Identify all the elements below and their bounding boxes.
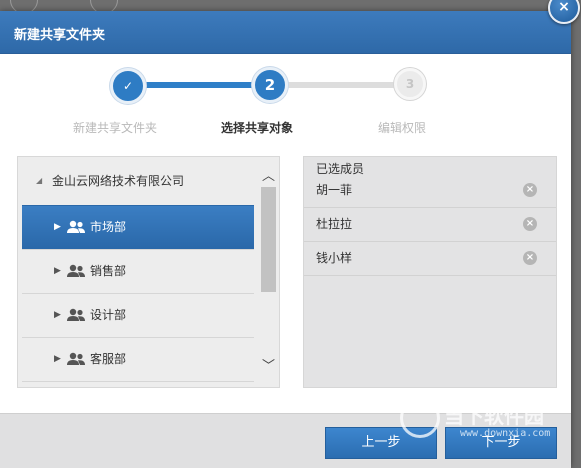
remove-member-icon[interactable]: × — [523, 183, 537, 197]
step-1-check-icon: ✓ — [110, 68, 146, 104]
member-row: 胡一菲 × — [304, 174, 556, 208]
watermark-url: www.downxia.com — [460, 428, 551, 439]
expand-caret-icon[interactable]: ▶ — [54, 338, 61, 381]
step-2-label: 选择共享对象 — [221, 121, 294, 135]
tree-item-label: 销售部 — [90, 264, 127, 278]
remove-member-icon[interactable]: × — [523, 251, 537, 265]
step-connector-1-2 — [125, 82, 268, 88]
tree-root-company[interactable]: ◢ 金山云网络技术有限公司 — [18, 157, 258, 205]
expand-caret-icon[interactable]: ▶ — [54, 294, 61, 337]
member-name: 钱小样 — [316, 251, 353, 265]
tree-item-service[interactable]: ▶ 客服部 — [22, 337, 254, 381]
scroll-thumb[interactable] — [261, 187, 276, 292]
group-icon — [67, 220, 85, 233]
tree-item-design[interactable]: ▶ 设计部 — [22, 293, 254, 337]
selected-members-panel: 已选成员 胡一菲 × 杜拉拉 × 钱小样 × — [303, 156, 557, 388]
step-connector-2-3 — [268, 82, 408, 88]
tree-item-sales[interactable]: ▶ 销售部 — [22, 249, 254, 293]
watermark-text: 当下软件园 — [444, 404, 544, 428]
step-3-number: 3 — [394, 68, 426, 100]
member-name: 胡一菲 — [316, 183, 353, 197]
dialog-title: 新建共享文件夹 — [14, 28, 106, 43]
member-row: 杜拉拉 × — [304, 208, 556, 242]
tree-item-label: 客服部 — [90, 352, 127, 366]
group-icon — [67, 352, 85, 365]
scroll-up-icon[interactable]: ︿ — [259, 165, 278, 187]
group-icon — [67, 264, 85, 277]
tree-divider — [22, 381, 254, 382]
remove-member-icon[interactable]: × — [523, 217, 537, 231]
group-icon — [67, 308, 85, 321]
expand-caret-icon[interactable]: ▶ — [54, 250, 61, 293]
tree-scrollbar[interactable]: ︿ ﹀ — [259, 157, 278, 387]
scroll-down-icon[interactable]: ﹀ — [259, 355, 278, 377]
watermark: 当下软件园 www.downxia.com — [400, 398, 570, 458]
step-3-label: 编辑权限 — [378, 121, 427, 135]
member-row: 钱小样 × — [304, 242, 556, 276]
expand-caret-icon[interactable]: ▶ — [54, 206, 61, 249]
department-tree: ◢ 金山云网络技术有限公司 ▶ 市场部 ▶ 销售部 ▶ 设计部 ▶ 客服部 ︿ … — [17, 156, 280, 388]
watermark-logo-icon — [400, 398, 440, 438]
tree-root-label: 金山云网络技术有限公司 — [52, 174, 185, 188]
tree-item-label: 设计部 — [90, 308, 127, 322]
dialog-titlebar: 新建共享文件夹 — [0, 11, 571, 54]
collapse-arrow-icon[interactable]: ◢ — [36, 157, 42, 205]
tree-item-label: 市场部 — [90, 220, 127, 234]
tree-item-market[interactable]: ▶ 市场部 — [22, 205, 254, 249]
step-2-number: 2 — [252, 67, 288, 103]
member-name: 杜拉拉 — [316, 217, 353, 231]
step-1-label: 新建共享文件夹 — [73, 121, 158, 135]
